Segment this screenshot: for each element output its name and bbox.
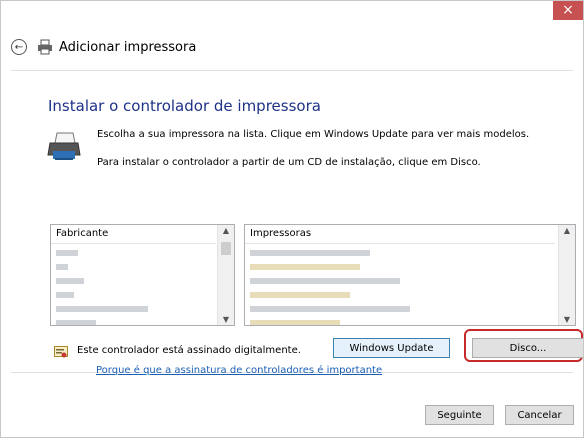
list-item[interactable] <box>56 320 96 325</box>
content-panel: Instalar o controlador de impressora Esc… <box>11 70 583 376</box>
list-item[interactable] <box>56 264 68 270</box>
list-item[interactable] <box>250 250 370 256</box>
certificate-icon <box>54 346 68 358</box>
list-item[interactable] <box>56 250 78 256</box>
printers-list[interactable]: Impressoras ▲ ▼ <box>244 224 576 326</box>
printer-icon <box>47 132 81 160</box>
next-button[interactable]: Seguinte <box>425 405 494 425</box>
chevron-up-icon[interactable]: ▲ <box>559 226 575 235</box>
manufacturer-column-header: Fabricante <box>51 225 216 244</box>
back-arrow-icon: ← <box>14 41 24 53</box>
add-printer-window: × ← Adicionar impressora Instalar o cont… <box>0 0 584 438</box>
list-item[interactable] <box>250 306 410 312</box>
close-icon: × <box>562 2 574 18</box>
list-item[interactable] <box>250 278 400 284</box>
back-button[interactable]: ← <box>11 39 27 55</box>
list-item[interactable] <box>250 320 340 325</box>
manufacturer-list[interactable]: Fabricante ▲ ▼ <box>50 224 235 326</box>
close-button[interactable]: × <box>553 1 583 20</box>
signature-info-link[interactable]: Porque é que a assinatura de controlador… <box>96 365 382 376</box>
scrollbar[interactable]: ▲ ▼ <box>558 225 575 325</box>
page-title: Instalar o controlador de impressora <box>48 97 321 115</box>
list-item[interactable] <box>250 292 350 298</box>
windows-update-button[interactable]: Windows Update <box>333 338 450 358</box>
list-item[interactable] <box>56 292 74 298</box>
chevron-down-icon[interactable]: ▼ <box>559 315 575 324</box>
scroll-thumb[interactable] <box>221 242 231 255</box>
printer-icon <box>38 39 52 55</box>
window-title: Adicionar impressora <box>59 39 197 55</box>
header: ← Adicionar impressora <box>11 35 196 59</box>
list-item[interactable] <box>56 278 84 284</box>
have-disk-button[interactable]: Disco... <box>472 338 583 358</box>
printers-column-header: Impressoras <box>245 225 555 244</box>
chevron-down-icon[interactable]: ▼ <box>218 315 234 324</box>
list-item[interactable] <box>250 264 360 270</box>
instruction-text: Escolha a sua impressora na lista. Cliqu… <box>97 129 530 140</box>
instruction-text-cd: Para instalar o controlador a partir de … <box>97 157 481 168</box>
scrollbar[interactable]: ▲ ▼ <box>217 225 234 325</box>
list-item[interactable] <box>56 306 148 312</box>
chevron-up-icon[interactable]: ▲ <box>218 226 234 235</box>
cancel-button[interactable]: Cancelar <box>505 405 574 425</box>
signature-status: Este controlador está assinado digitalme… <box>77 345 301 356</box>
